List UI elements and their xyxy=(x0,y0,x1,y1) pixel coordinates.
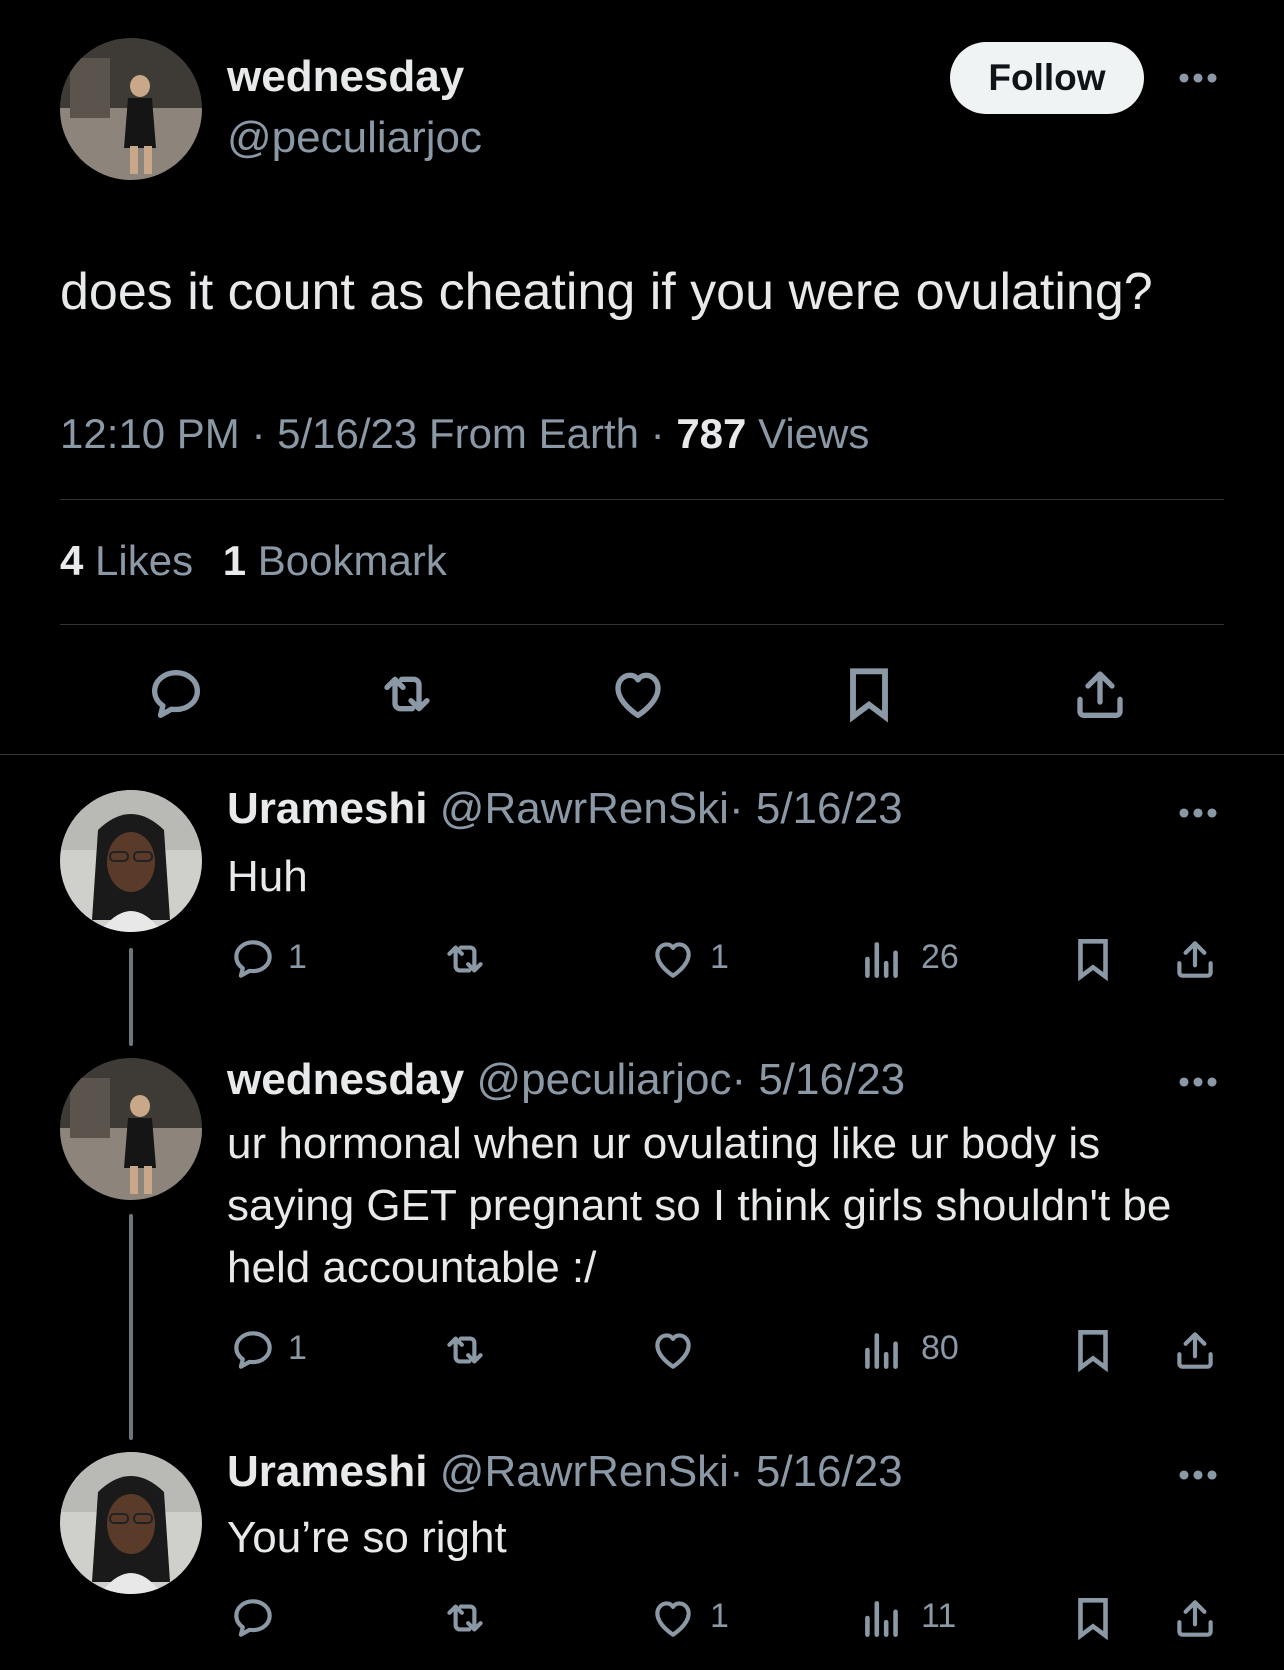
like-count: 1 xyxy=(710,938,729,976)
views-label: Views xyxy=(758,410,870,457)
reply-author-handle[interactable]: @RawrRenSki xyxy=(440,784,729,833)
retweet-icon[interactable] xyxy=(440,1325,490,1375)
reply-author-name[interactable]: wednesday xyxy=(227,1055,464,1104)
reply-count: 1 xyxy=(288,938,307,976)
follow-button[interactable]: Follow xyxy=(950,42,1144,114)
thread-line xyxy=(129,1214,133,1440)
bookmark-icon[interactable] xyxy=(1068,1325,1118,1375)
share-icon[interactable] xyxy=(1170,1593,1220,1643)
reply-text: You’re so right xyxy=(227,1513,507,1562)
follow-label: Follow xyxy=(988,57,1106,98)
avatar[interactable] xyxy=(60,790,202,932)
reply-header: Urameshi @RawrRenSki· 5/16/23 xyxy=(227,1447,903,1497)
reply-icon[interactable] xyxy=(228,1593,278,1643)
analytics-icon[interactable] xyxy=(857,1593,907,1643)
reply-icon[interactable] xyxy=(228,1325,278,1375)
heart-icon[interactable] xyxy=(606,662,670,726)
reply-header: Urameshi @RawrRenSki· 5/16/23 xyxy=(227,784,903,834)
heart-icon[interactable] xyxy=(648,934,698,984)
reply-author-name[interactable]: Urameshi xyxy=(227,784,428,833)
share-icon[interactable] xyxy=(1068,662,1132,726)
author-handle[interactable]: @peculiarjoc xyxy=(227,113,482,163)
engagement-stats: 4 Likes 1 Bookmark xyxy=(60,537,447,585)
bookmark-icon[interactable] xyxy=(1068,1593,1118,1643)
reply-text: Huh xyxy=(227,852,308,901)
avatar-photo xyxy=(60,790,202,932)
tweet-time: 12:10 PM xyxy=(60,410,240,457)
avatar-photo xyxy=(60,1058,202,1200)
meta-separator: · xyxy=(650,410,665,457)
reply-header: wednesday @peculiarjoc· 5/16/23 xyxy=(227,1055,905,1105)
views-count: 80 xyxy=(921,1329,959,1367)
likes-count: 4 xyxy=(60,537,84,584)
reply-icon[interactable] xyxy=(228,934,278,984)
reply-author-handle[interactable]: @peculiarjoc xyxy=(476,1055,731,1104)
reply-date[interactable]: · 5/16/23 xyxy=(731,1055,905,1104)
likes-stat[interactable]: 4 Likes xyxy=(60,537,205,584)
tweet-text: does it count as cheating if you were ov… xyxy=(60,263,1153,321)
meta-separator: · xyxy=(251,410,266,457)
reply-author-name[interactable]: Urameshi xyxy=(227,1447,428,1496)
avatar[interactable] xyxy=(60,38,202,180)
thread-line xyxy=(129,948,133,1046)
avatar-photo xyxy=(60,1452,202,1594)
analytics-icon[interactable] xyxy=(857,1325,907,1375)
avatar[interactable] xyxy=(60,1452,202,1594)
divider xyxy=(60,624,1224,625)
more-icon[interactable] xyxy=(1177,806,1219,820)
retweet-icon[interactable] xyxy=(440,1593,490,1643)
avatar-photo xyxy=(60,38,202,180)
retweet-icon[interactable] xyxy=(440,934,490,984)
retweet-icon[interactable] xyxy=(375,662,439,726)
bookmark-icon[interactable] xyxy=(837,662,901,726)
author-name[interactable]: wednesday xyxy=(227,52,464,102)
more-icon[interactable] xyxy=(1177,71,1219,85)
bookmarks-count: 1 xyxy=(222,537,247,584)
bookmarks-stat[interactable]: 1 Bookmark xyxy=(223,537,447,584)
divider xyxy=(60,499,1224,500)
more-icon[interactable] xyxy=(1177,1075,1219,1089)
reply-text: ur hormonal when ur ovulating like ur bo… xyxy=(227,1119,1172,1292)
reply-count: 1 xyxy=(288,1329,307,1367)
more-icon[interactable] xyxy=(1177,1468,1219,1482)
analytics-icon[interactable] xyxy=(857,934,907,984)
views-count: 11 xyxy=(921,1597,957,1635)
tweet-meta: 12:10 PM · 5/16/23 From Earth · 787 View… xyxy=(60,410,869,458)
share-icon[interactable] xyxy=(1170,934,1220,984)
share-icon[interactable] xyxy=(1170,1325,1220,1375)
heart-icon[interactable] xyxy=(648,1593,698,1643)
avatar[interactable] xyxy=(60,1058,202,1200)
tweet-date-source: 5/16/23 From Earth xyxy=(277,410,639,457)
heart-icon[interactable] xyxy=(648,1325,698,1375)
views-count[interactable]: 787 xyxy=(676,410,746,457)
bookmark-icon[interactable] xyxy=(1068,934,1118,984)
likes-label: Likes xyxy=(95,537,194,584)
like-count: 1 xyxy=(710,1597,729,1635)
reply-author-handle[interactable]: @RawrRenSki xyxy=(440,1447,729,1496)
bookmarks-label: Bookmark xyxy=(257,537,447,584)
reply-date[interactable]: · 5/16/23 xyxy=(729,784,903,833)
reply-icon[interactable] xyxy=(144,662,208,726)
views-count: 26 xyxy=(921,938,959,976)
section-divider xyxy=(0,754,1284,755)
reply-date[interactable]: · 5/16/23 xyxy=(729,1447,903,1496)
